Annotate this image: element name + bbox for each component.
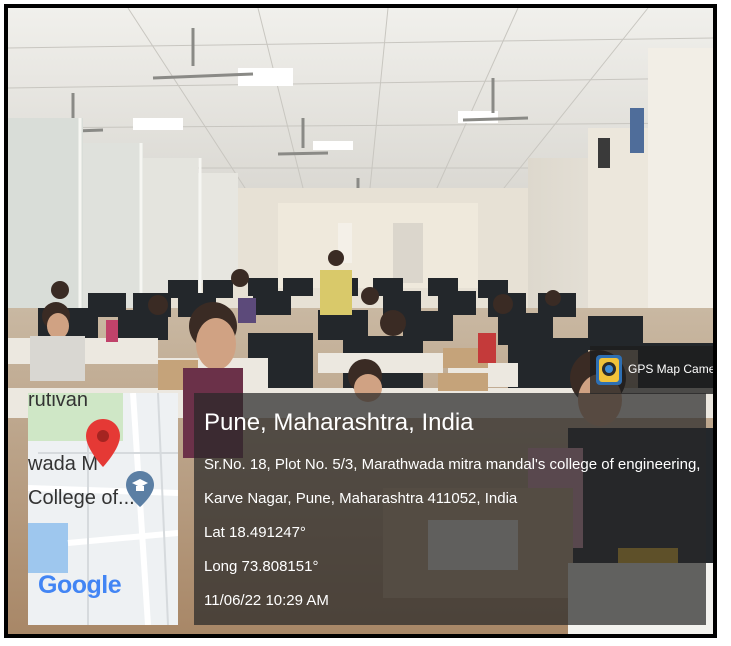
longitude: Long 73.808151° xyxy=(204,558,319,575)
location-title: Pune, Maharashtra, India xyxy=(204,409,474,436)
gps-map-camera-label: GPS Map Camera xyxy=(628,362,717,376)
gps-map-camera-icon xyxy=(596,355,622,385)
graduation-cap-icon xyxy=(126,471,154,507)
mini-map: rutivan wada M College of... Google xyxy=(28,393,178,625)
gps-map-camera-badge: GPS Map Camera xyxy=(590,346,717,394)
photo-frame: GPS Map Camera rutivan wada M College of… xyxy=(4,4,717,638)
latitude: Lat 18.491247° xyxy=(204,524,306,541)
map-label-rutivan: rutivan xyxy=(28,393,89,411)
map-pin-icon xyxy=(86,419,120,467)
address-line-1: Sr.No. 18, Plot No. 5/3, Marathwada mitr… xyxy=(204,456,701,473)
map-label-college: College of... xyxy=(28,487,135,509)
address-line-2: Karve Nagar, Pune, Maharashtra 411052, I… xyxy=(204,490,518,507)
google-logo: Google xyxy=(38,571,122,599)
datetime: 11/06/22 10:29 AM xyxy=(204,592,329,609)
location-info-panel: Pune, Maharashtra, India Sr.No. 18, Plot… xyxy=(194,393,706,625)
geotag-overlay: rutivan wada M College of... Google Pune… xyxy=(28,393,706,625)
